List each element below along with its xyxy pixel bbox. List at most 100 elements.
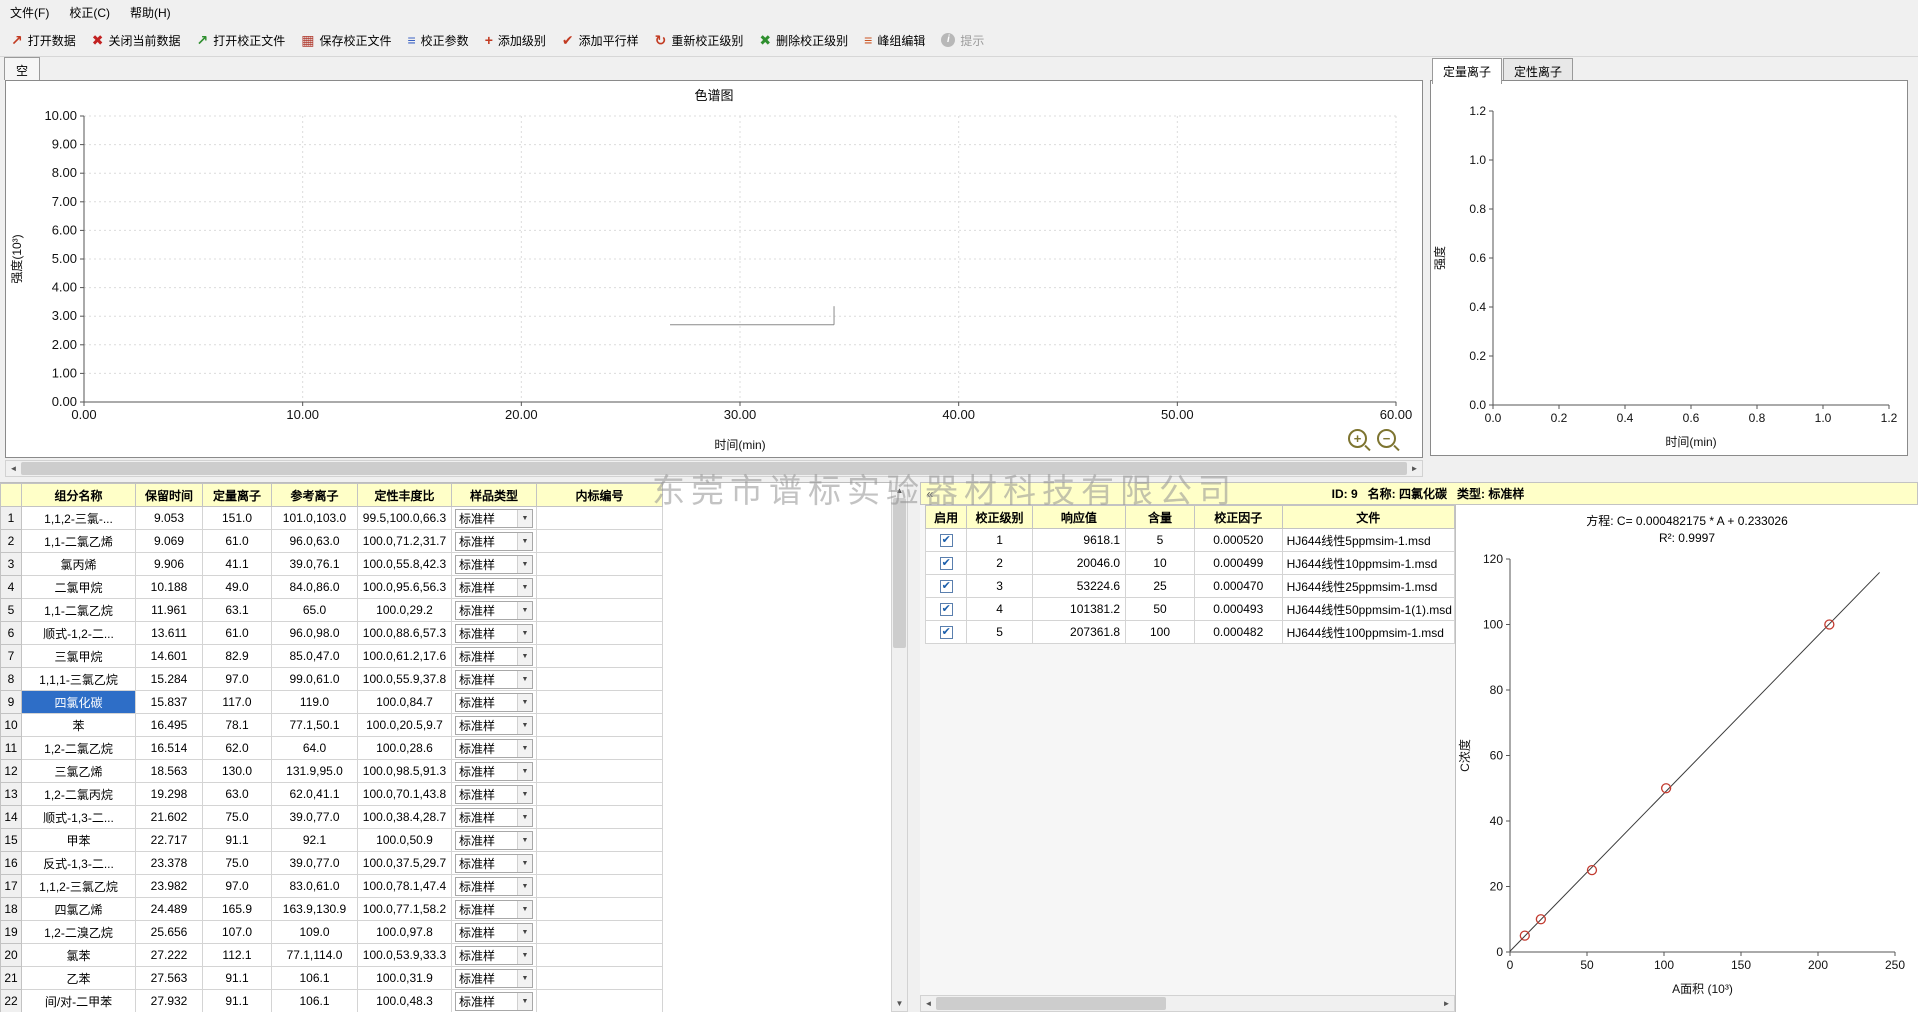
row-number-cell[interactable]: 21 [1, 967, 22, 990]
component-table-row[interactable]: 16反式-1,3-二...23.37875.039.0,77.0100.0,37… [1, 852, 663, 875]
scrollbar-thumb[interactable] [936, 997, 1166, 1010]
chevron-down-icon[interactable]: ▼ [517, 694, 532, 711]
sample-type-dropdown[interactable]: 标准样▼ [455, 992, 533, 1011]
component-name-cell[interactable]: 甲苯 [22, 829, 136, 852]
reference-ion-cell[interactable]: 84.0,86.0 [272, 576, 358, 599]
quant-ion-cell[interactable]: 97.0 [203, 668, 272, 691]
abundance-ratio-cell[interactable]: 100.0,77.1,58.2 [358, 898, 452, 921]
abundance-ratio-cell[interactable]: 100.0,88.6,57.3 [358, 622, 452, 645]
row-number-cell[interactable]: 11 [1, 737, 22, 760]
internal-standard-cell[interactable] [537, 806, 663, 829]
level-cell[interactable]: 2 [967, 552, 1032, 575]
quant-ion-cell[interactable]: 62.0 [203, 737, 272, 760]
quant-ion-cell[interactable]: 82.9 [203, 645, 272, 668]
component-name-cell[interactable]: 氯丙烯 [22, 553, 136, 576]
sample-type-cell[interactable]: 标准样▼ [452, 576, 537, 599]
chevron-down-icon[interactable]: ▼ [517, 556, 532, 573]
component-table-row[interactable]: 51,1-二氯乙烷11.96163.165.0100.0,29.2标准样▼ [1, 599, 663, 622]
response-cell[interactable]: 101381.2 [1032, 598, 1125, 621]
sample-type-dropdown[interactable]: 标准样▼ [455, 762, 533, 781]
sample-type-dropdown[interactable]: 标准样▼ [455, 808, 533, 827]
sample-type-cell[interactable]: 标准样▼ [452, 622, 537, 645]
internal-standard-cell[interactable] [537, 921, 663, 944]
internal-standard-cell[interactable] [537, 737, 663, 760]
enable-checkbox[interactable]: ✔ [940, 580, 953, 593]
quant-ion-cell[interactable]: 91.1 [203, 990, 272, 1012]
row-number-cell[interactable]: 13 [1, 783, 22, 806]
chevron-down-icon[interactable]: ▼ [517, 717, 532, 734]
row-number-cell[interactable]: 6 [1, 622, 22, 645]
component-table-row[interactable]: 21乙苯27.56391.1106.1100.0,31.9标准样▼ [1, 967, 663, 990]
level-cell[interactable]: 4 [967, 598, 1032, 621]
enable-checkbox[interactable]: ✔ [940, 603, 953, 616]
quant-ion-cell[interactable]: 75.0 [203, 806, 272, 829]
retention-time-cell[interactable]: 11.961 [136, 599, 203, 622]
quant-ion-cell[interactable]: 49.0 [203, 576, 272, 599]
component-table-row[interactable]: 12三氯乙烯18.563130.0131.9,95.0100.0,98.5,91… [1, 760, 663, 783]
reference-ion-cell[interactable]: 119.0 [272, 691, 358, 714]
abundance-ratio-cell[interactable]: 100.0,70.1,43.8 [358, 783, 452, 806]
row-number-cell[interactable]: 1 [1, 507, 22, 530]
chevron-down-icon[interactable]: ▼ [517, 924, 532, 941]
sample-type-dropdown[interactable]: 标准样▼ [455, 693, 533, 712]
component-table-row[interactable]: 9四氯化碳15.837117.0119.0100.0,84.7标准样▼ [1, 691, 663, 714]
chevron-down-icon[interactable]: ▼ [517, 671, 532, 688]
row-number-cell[interactable]: 12 [1, 760, 22, 783]
retention-time-cell[interactable]: 10.188 [136, 576, 203, 599]
reference-ion-cell[interactable]: 39.0,77.0 [272, 806, 358, 829]
tab-quantitation-ion[interactable]: 定量离子 [1432, 58, 1502, 84]
row-number-cell[interactable]: 16 [1, 852, 22, 875]
chevron-down-icon[interactable]: ▼ [517, 947, 532, 964]
retention-time-cell[interactable]: 9.069 [136, 530, 203, 553]
enable-checkbox[interactable]: ✔ [940, 557, 953, 570]
chevron-down-icon[interactable]: ▼ [517, 901, 532, 918]
sample-type-dropdown[interactable]: 标准样▼ [455, 532, 533, 551]
chromatogram-hscrollbar[interactable]: ◄ ► [5, 460, 1423, 477]
retention-time-cell[interactable]: 27.932 [136, 990, 203, 1012]
component-table-row[interactable]: 22间/对-二甲苯27.93291.1106.1100.0,48.3标准样▼ [1, 990, 663, 1012]
chevron-down-icon[interactable]: ▼ [517, 625, 532, 642]
enable-cell[interactable]: ✔ [926, 598, 967, 621]
reference-ion-cell[interactable]: 64.0 [272, 737, 358, 760]
calibration-level-row[interactable]: ✔4101381.2500.000493HJ644线性50ppmsim-1(1)… [926, 598, 1455, 621]
retention-time-cell[interactable]: 9.906 [136, 553, 203, 576]
scroll-up-icon[interactable]: ▲ [892, 483, 907, 498]
component-table-vscrollbar[interactable]: ▲ ▼ [891, 482, 908, 1012]
sample-type-dropdown[interactable]: 标准样▼ [455, 923, 533, 942]
scrollbar-thumb[interactable] [893, 498, 906, 648]
internal-standard-cell[interactable] [537, 691, 663, 714]
internal-standard-cell[interactable] [537, 944, 663, 967]
component-table-row[interactable]: 6顺式-1,2-二...13.61161.096.0,98.0100.0,88.… [1, 622, 663, 645]
component-name-cell[interactable]: 顺式-1,3-二... [22, 806, 136, 829]
component-table-row[interactable]: 7三氯甲烷14.60182.985.0,47.0100.0,61.2,17.6标… [1, 645, 663, 668]
reference-ion-cell[interactable]: 163.9,130.9 [272, 898, 358, 921]
row-number-cell[interactable]: 3 [1, 553, 22, 576]
amount-cell[interactable]: 25 [1126, 575, 1195, 598]
calibration-level-row[interactable]: ✔5207361.81000.000482HJ644线性100ppmsim-1.… [926, 621, 1455, 644]
component-name-cell[interactable]: 氯苯 [22, 944, 136, 967]
chevron-down-icon[interactable]: ▼ [517, 740, 532, 757]
scroll-right-icon[interactable]: ► [1439, 996, 1454, 1011]
quant-ion-cell[interactable]: 75.0 [203, 852, 272, 875]
quant-ion-cell[interactable]: 165.9 [203, 898, 272, 921]
sample-type-dropdown[interactable]: 标准样▼ [455, 877, 533, 896]
amount-cell[interactable]: 50 [1126, 598, 1195, 621]
amount-cell[interactable]: 100 [1126, 621, 1195, 644]
ion-chart[interactable]: 0.00.20.40.60.81.01.20.00.20.40.60.81.01… [1431, 83, 1905, 451]
component-table-row[interactable]: 191,2-二溴乙烷25.656107.0109.0100.0,97.8标准样▼ [1, 921, 663, 944]
chevron-down-icon[interactable]: ▼ [517, 786, 532, 803]
chevron-down-icon[interactable]: ▼ [517, 602, 532, 619]
sample-type-dropdown[interactable]: 标准样▼ [455, 601, 533, 620]
sample-type-cell[interactable]: 标准样▼ [452, 714, 537, 737]
reference-ion-cell[interactable]: 65.0 [272, 599, 358, 622]
internal-standard-cell[interactable] [537, 530, 663, 553]
close-current-data-button[interactable]: ✖关闭当前数据 [84, 27, 189, 54]
retention-time-cell[interactable]: 21.602 [136, 806, 203, 829]
row-number-cell[interactable]: 22 [1, 990, 22, 1012]
internal-standard-cell[interactable] [537, 507, 663, 530]
sample-type-cell[interactable]: 标准样▼ [452, 944, 537, 967]
quant-ion-cell[interactable]: 112.1 [203, 944, 272, 967]
factor-cell[interactable]: 0.000520 [1194, 529, 1282, 552]
abundance-ratio-cell[interactable]: 100.0,37.5,29.7 [358, 852, 452, 875]
retention-time-cell[interactable]: 23.982 [136, 875, 203, 898]
